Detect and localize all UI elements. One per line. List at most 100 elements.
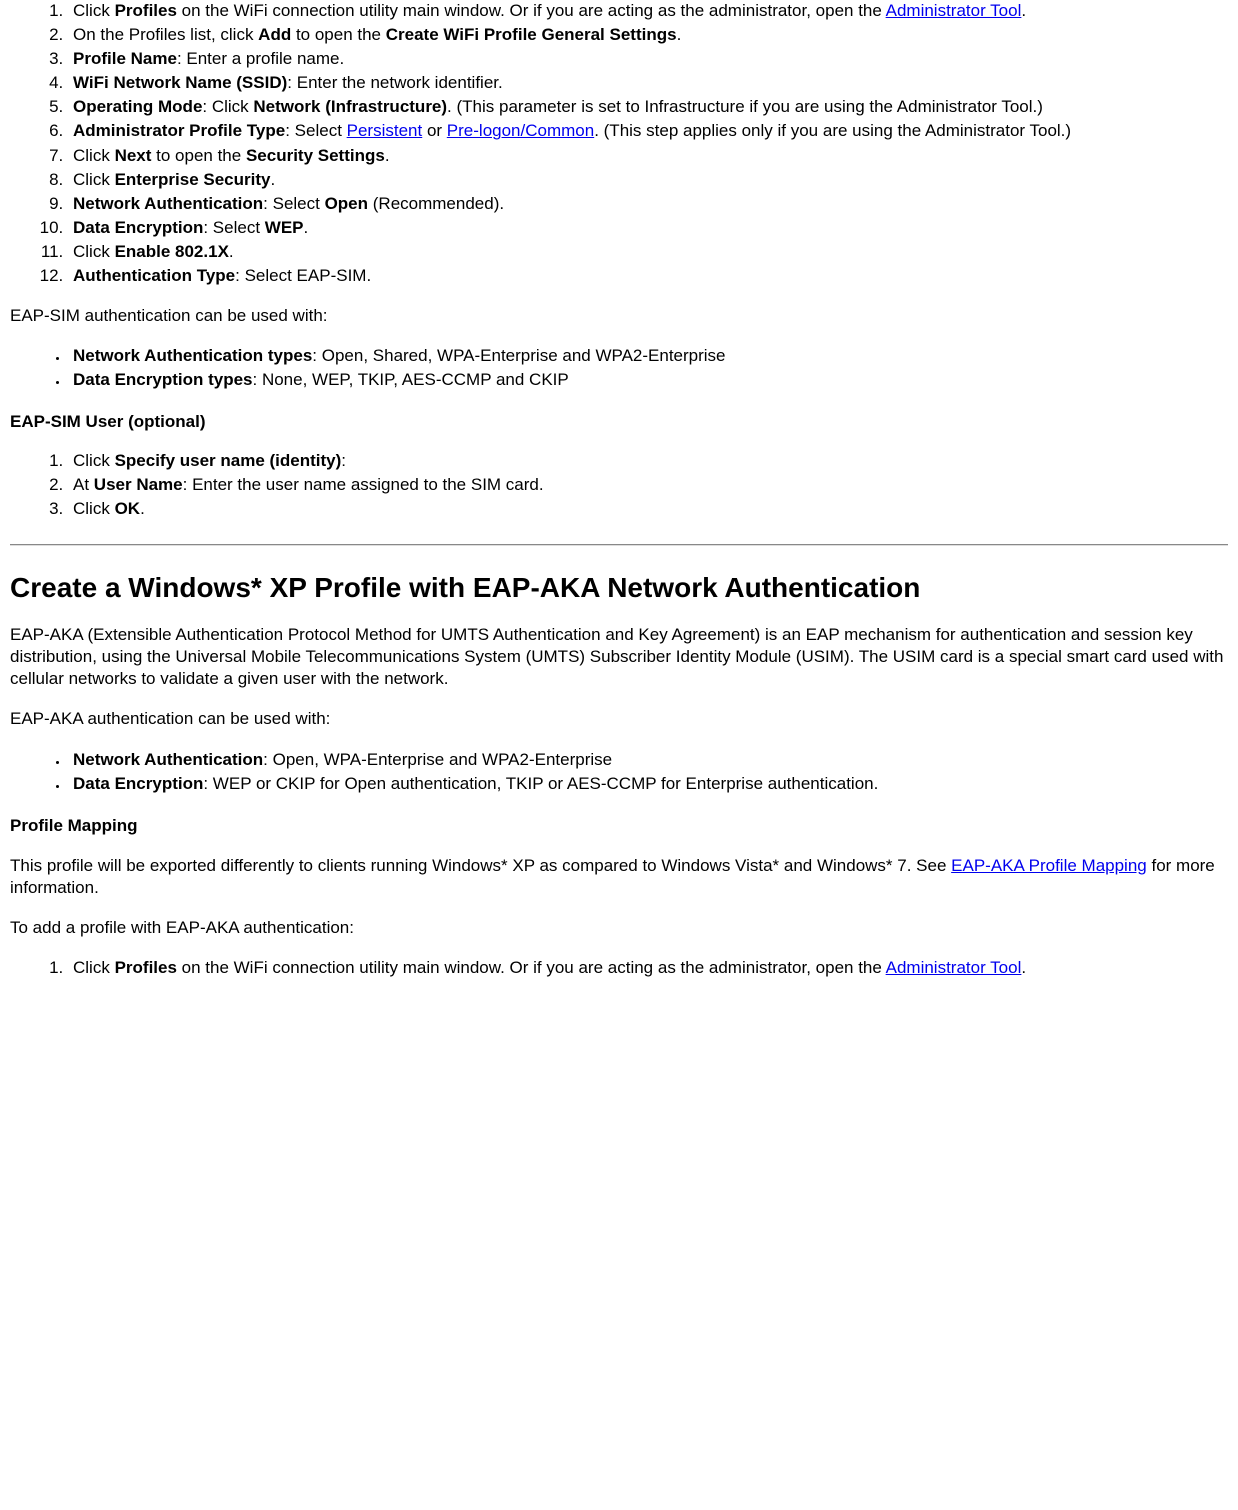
list-item: Click Profiles on the WiFi connection ut… [68, 0, 1228, 22]
list-item: Data Encryption types: None, WEP, TKIP, … [68, 369, 1228, 391]
bold-text: Operating Mode [73, 97, 202, 116]
ordered-list-add-profile-steps: Click Profiles on the WiFi connection ut… [10, 957, 1228, 979]
bold-text: Security Settings [246, 146, 385, 165]
ordered-list-eap-sim-user-steps: Click Specify user name (identity): At U… [10, 450, 1228, 520]
bold-text: Network Authentication [73, 194, 263, 213]
ordered-list-main-steps: Click Profiles on the WiFi connection ut… [10, 0, 1228, 287]
list-item: Authentication Type: Select EAP-SIM. [68, 265, 1228, 287]
text: . [677, 25, 682, 44]
heading-create-xp-profile-eap-aka: Create a Windows* XP Profile with EAP-AK… [10, 570, 1228, 606]
text: On the Profiles list, click [73, 25, 258, 44]
list-item: Data Encryption: Select WEP. [68, 217, 1228, 239]
text: (Recommended). [368, 194, 504, 213]
bold-text: Profiles [115, 958, 177, 977]
list-item: Network Authentication: Open, WPA-Enterp… [68, 749, 1228, 771]
bold-text: OK [115, 499, 141, 518]
list-item: Click Enable 802.1X. [68, 241, 1228, 263]
text: on the WiFi connection utility main wind… [177, 1, 886, 20]
bold-text: Authentication Type [73, 266, 235, 285]
text: or [422, 121, 447, 140]
list-item: Click Next to open the Security Settings… [68, 145, 1228, 167]
text: . [385, 146, 390, 165]
bold-text: WiFi Network Name (SSID) [73, 73, 287, 92]
text: : Enter the user name assigned to the SI… [183, 475, 544, 494]
heading-profile-mapping: Profile Mapping [10, 815, 1228, 837]
bold-text: Open [325, 194, 368, 213]
eap-aka-profile-mapping-link[interactable]: EAP-AKA Profile Mapping [951, 856, 1147, 875]
paragraph-add-profile-intro: To add a profile with EAP-AKA authentica… [10, 917, 1228, 939]
text: . [140, 499, 145, 518]
list-item: Network Authentication: Select Open (Rec… [68, 193, 1228, 215]
text: : Enter a profile name. [177, 49, 344, 68]
bullet-list-eap-sim-types: Network Authentication types: Open, Shar… [10, 345, 1228, 391]
text: : Open, WPA-Enterprise and WPA2-Enterpri… [263, 750, 612, 769]
text: . [1021, 958, 1026, 977]
persistent-link[interactable]: Persistent [347, 121, 423, 140]
text: . [304, 218, 309, 237]
list-item: Click Specify user name (identity): [68, 450, 1228, 472]
bold-text: Enterprise Security [115, 170, 271, 189]
list-item: Operating Mode: Click Network (Infrastru… [68, 96, 1228, 118]
bold-text: Profiles [115, 1, 177, 20]
text: . [229, 242, 234, 261]
text: At [73, 475, 94, 494]
list-item: Click Enterprise Security. [68, 169, 1228, 191]
text: Click [73, 499, 115, 518]
text: : WEP or CKIP for Open authentication, T… [203, 774, 878, 793]
text: : Select EAP-SIM. [235, 266, 371, 285]
text: : Select [285, 121, 346, 140]
bold-text: Data Encryption [73, 774, 203, 793]
administrator-tool-link[interactable]: Administrator Tool [886, 1, 1022, 20]
paragraph-eap-aka-description: EAP-AKA (Extensible Authentication Proto… [10, 624, 1228, 690]
bold-text: Create WiFi Profile General Settings [386, 25, 677, 44]
list-item: WiFi Network Name (SSID): Enter the netw… [68, 72, 1228, 94]
text: . (This parameter is set to Infrastructu… [447, 97, 1043, 116]
text: This profile will be exported differentl… [10, 856, 951, 875]
text: Click [73, 451, 115, 470]
pre-logon-common-link[interactable]: Pre-logon/Common [447, 121, 594, 140]
list-item: Administrator Profile Type: Select Persi… [68, 120, 1228, 142]
text: Click [73, 146, 115, 165]
paragraph-profile-mapping: This profile will be exported differentl… [10, 855, 1228, 899]
text: Click [73, 242, 115, 261]
text: : Select [203, 218, 264, 237]
text: on the WiFi connection utility main wind… [177, 958, 886, 977]
text: . [270, 170, 275, 189]
text: to open the [151, 146, 246, 165]
bold-text: Specify user name (identity) [115, 451, 342, 470]
text: : Enter the network identifier. [287, 73, 502, 92]
text: Click [73, 170, 115, 189]
text: : None, WEP, TKIP, AES-CCMP and CKIP [253, 370, 569, 389]
heading-eap-sim-user: EAP-SIM User (optional) [10, 411, 1228, 433]
list-item: Network Authentication types: Open, Shar… [68, 345, 1228, 367]
text: . (This step applies only if you are usi… [594, 121, 1071, 140]
list-item: Profile Name: Enter a profile name. [68, 48, 1228, 70]
paragraph-eap-sim-intro: EAP-SIM authentication can be used with: [10, 305, 1228, 327]
bold-text: User Name [94, 475, 183, 494]
bold-text: Profile Name [73, 49, 177, 68]
bold-text: Data Encryption [73, 218, 203, 237]
text: to open the [291, 25, 386, 44]
bold-text: Network Authentication [73, 750, 263, 769]
bold-text: Network (Infrastructure) [253, 97, 447, 116]
bullet-list-eap-aka-types: Network Authentication: Open, WPA-Enterp… [10, 749, 1228, 795]
bold-text: Network Authentication types [73, 346, 312, 365]
text: : [341, 451, 346, 470]
bold-text: WEP [265, 218, 304, 237]
bold-text: Add [258, 25, 291, 44]
list-item: Click Profiles on the WiFi connection ut… [68, 957, 1228, 979]
list-item: Click OK. [68, 498, 1228, 520]
text: : Click [202, 97, 253, 116]
text: : Select [263, 194, 324, 213]
text: Click [73, 958, 115, 977]
list-item: At User Name: Enter the user name assign… [68, 474, 1228, 496]
administrator-tool-link[interactable]: Administrator Tool [886, 958, 1022, 977]
paragraph-eap-aka-intro: EAP-AKA authentication can be used with: [10, 708, 1228, 730]
bold-text: Enable 802.1X [115, 242, 229, 261]
text: : Open, Shared, WPA-Enterprise and WPA2-… [312, 346, 725, 365]
list-item: Data Encryption: WEP or CKIP for Open au… [68, 773, 1228, 795]
text: . [1021, 1, 1026, 20]
text: Click [73, 1, 115, 20]
bold-text: Administrator Profile Type [73, 121, 285, 140]
bold-text: Data Encryption types [73, 370, 253, 389]
